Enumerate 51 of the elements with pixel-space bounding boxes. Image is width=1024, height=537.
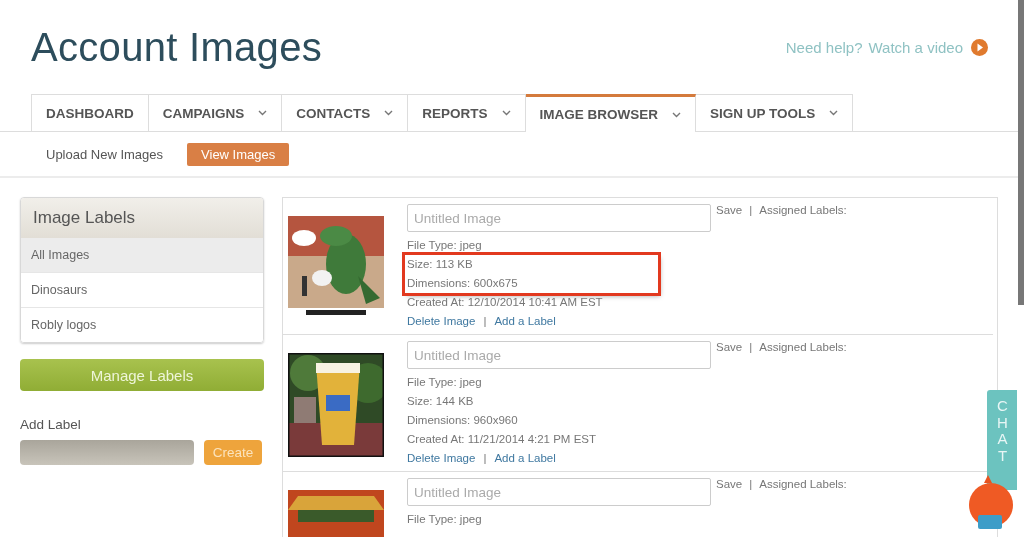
nav-tab[interactable]: DASHBOARD [31, 94, 149, 131]
separator: | [748, 341, 754, 353]
play-icon[interactable] [971, 38, 988, 56]
save-link[interactable]: Save [716, 204, 743, 216]
add-label-link[interactable]: Add a Label [494, 312, 556, 331]
page-title: Account Images [31, 24, 323, 70]
label-item[interactable]: Dinosaurs [21, 272, 263, 307]
save-link[interactable]: Save [716, 478, 743, 490]
size-text: Size: 113 KB [407, 257, 474, 272]
separator: | [748, 204, 754, 216]
subnav-link[interactable]: Upload New Images [46, 143, 164, 166]
assigned-labels-text: Assigned Labels: [759, 478, 847, 490]
created-at-text: Created At: 11/21/2014 4:21 PM EST [407, 432, 597, 447]
created-at-text: Created At: 12/10/2014 10:41 AM EST [407, 295, 604, 310]
panel-title: Image Labels [21, 198, 263, 238]
chevron-icon [258, 110, 268, 116]
add-label-heading: Add Label [20, 417, 82, 432]
help-text: Need help? [785, 38, 863, 56]
file-type-text: File Type: jpeg [407, 375, 483, 390]
subnav-link[interactable]: View Images [187, 143, 290, 166]
delete-image-link[interactable]: Delete Image [407, 449, 476, 468]
save-link[interactable]: Save [716, 341, 743, 353]
dimensions-text: Dimensions: 600x675 [407, 276, 518, 291]
separator: | [482, 314, 488, 329]
dimensions-text: Dimensions: 960x960 [407, 413, 518, 428]
image-title-field[interactable]: Untitled Image [407, 478, 711, 506]
chevron-icon [501, 110, 511, 116]
label-item[interactable]: All Images [21, 238, 263, 272]
image-title-field[interactable]: Untitled Image [407, 204, 711, 232]
delete-image-link[interactable]: Delete Image [407, 312, 476, 331]
nav-tab[interactable]: IMAGE BROWSER [525, 94, 697, 132]
chevron-icon [384, 110, 394, 116]
assigned-labels-text: Assigned Labels: [759, 341, 847, 353]
file-type-text: File Type: jpeg [407, 238, 483, 253]
file-type-text: File Type: jpeg [407, 512, 483, 527]
scrollbar[interactable] [1018, 0, 1024, 305]
mascot-drawing[interactable] [966, 475, 1016, 531]
chevron-icon [829, 110, 839, 116]
label-input-field[interactable] [20, 440, 194, 465]
assigned-labels-text: Assigned Labels: [759, 204, 847, 216]
separator: | [482, 451, 488, 466]
add-label-link[interactable]: Add a Label [494, 449, 556, 468]
size-text: Size: 144 KB [407, 394, 475, 409]
nav-tab[interactable]: CONTACTS [282, 94, 409, 131]
nav-tab[interactable]: CAMPAIGNS [148, 94, 283, 131]
image-title-field[interactable]: Untitled Image [407, 341, 711, 369]
label-item[interactable]: Robly logos [21, 307, 263, 342]
separator: | [748, 478, 754, 490]
nav-tab[interactable]: REPORTS [408, 94, 526, 131]
chevron-icon [672, 111, 682, 118]
nav-tab[interactable]: SIGN UP TOOLS [696, 94, 854, 131]
